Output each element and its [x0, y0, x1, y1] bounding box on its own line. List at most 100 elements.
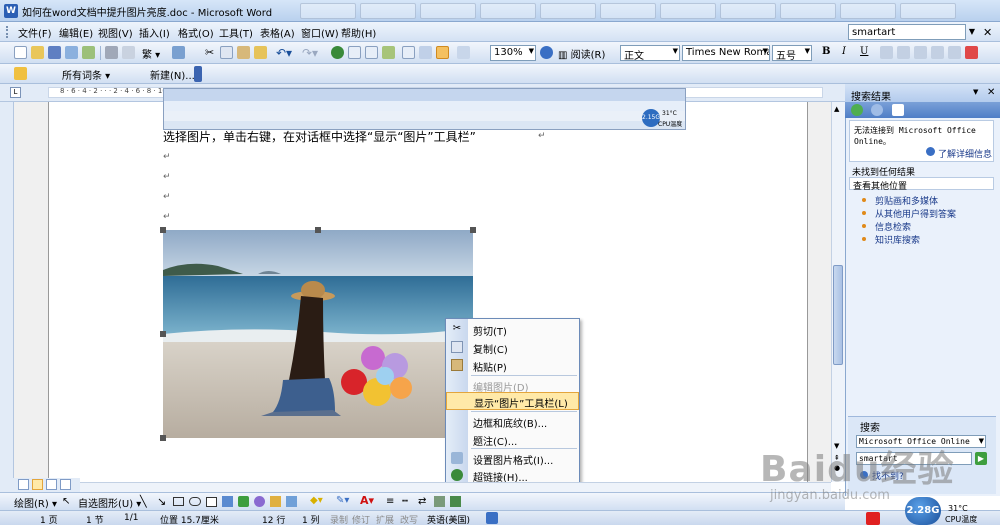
- link-research[interactable]: 信息检索: [875, 220, 911, 233]
- textbox-icon[interactable]: [206, 497, 217, 507]
- beach-photo[interactable]: [163, 230, 473, 438]
- menu-item-copy[interactable]: 复制(C): [446, 338, 579, 356]
- background-tab[interactable]: [540, 3, 596, 19]
- font-color-icon[interactable]: [965, 46, 978, 59]
- redo-icon[interactable]: ↷▾: [302, 46, 318, 60]
- dash-style-icon[interactable]: ┅: [402, 496, 408, 507]
- align-left-icon[interactable]: [880, 46, 893, 59]
- line-color-icon[interactable]: ✎▾: [336, 495, 349, 506]
- vertical-textbox-icon[interactable]: [222, 496, 233, 507]
- 3d-icon[interactable]: [450, 496, 461, 507]
- undo-icon[interactable]: ↶▾: [276, 46, 292, 60]
- resize-handle[interactable]: [160, 435, 166, 441]
- menu-item-paste[interactable]: 粘贴(P): [446, 356, 579, 374]
- line-spacing-icon[interactable]: [948, 46, 961, 59]
- email-icon[interactable]: [82, 46, 95, 59]
- background-tab[interactable]: [480, 3, 536, 19]
- menu-help[interactable]: 帮助(H): [341, 25, 376, 40]
- columns-icon[interactable]: [402, 46, 415, 59]
- chevron-down-icon[interactable]: ▼: [973, 88, 978, 96]
- italic-button[interactable]: I: [842, 46, 846, 57]
- insert-excel-icon[interactable]: [382, 46, 395, 59]
- menu-file[interactable]: 文件(F): [18, 25, 52, 40]
- drawing-icon[interactable]: [419, 46, 432, 59]
- copy-icon[interactable]: [220, 46, 233, 59]
- menu-format[interactable]: 格式(O): [178, 25, 214, 40]
- font-select[interactable]: Times New Roman ▼: [682, 45, 770, 61]
- chevron-down-icon[interactable]: ▼: [966, 24, 978, 40]
- scissors-icon[interactable]: ✂: [205, 46, 214, 59]
- learn-more-link[interactable]: 了解详细信息: [938, 147, 992, 160]
- diagram-icon[interactable]: [254, 496, 265, 507]
- background-tab[interactable]: [720, 3, 776, 19]
- line-icon[interactable]: ╲: [140, 495, 147, 508]
- status-extend[interactable]: 扩展: [376, 513, 394, 526]
- permission-icon[interactable]: [65, 46, 78, 59]
- document-text-line[interactable]: 选择图片，单击右键，在对话框中选择“显示“图片”工具栏”: [163, 128, 476, 145]
- background-tab[interactable]: [780, 3, 836, 19]
- help-icon[interactable]: [540, 46, 553, 59]
- resize-handle[interactable]: [470, 227, 476, 233]
- research-icon[interactable]: [172, 46, 185, 59]
- status-record[interactable]: 录制: [330, 513, 348, 526]
- status-overtype[interactable]: 改写: [400, 513, 418, 526]
- align-center-icon[interactable]: [897, 46, 910, 59]
- background-tab[interactable]: [840, 3, 896, 19]
- rectangle-icon[interactable]: [173, 497, 184, 506]
- menu-item-show-picture-toolbar[interactable]: 显示“图片”工具栏(L): [446, 392, 579, 410]
- background-tab[interactable]: [600, 3, 656, 19]
- zoom-select[interactable]: 130% ▼: [490, 45, 536, 61]
- menu-window[interactable]: 窗口(W): [301, 25, 339, 40]
- resize-handle[interactable]: [160, 331, 166, 337]
- autoshapes-button[interactable]: 自选图形(U) ▾: [78, 495, 141, 510]
- background-tab[interactable]: [900, 3, 956, 19]
- print-layout-icon[interactable]: [46, 479, 57, 490]
- vertical-ruler[interactable]: [0, 102, 14, 482]
- print-icon[interactable]: [105, 46, 118, 59]
- background-tab[interactable]: [300, 3, 356, 19]
- insert-picture-icon[interactable]: [286, 496, 297, 507]
- arrow-style-icon[interactable]: ⇄: [418, 496, 426, 507]
- back-icon[interactable]: [851, 104, 863, 116]
- forward-icon[interactable]: [871, 104, 883, 116]
- document-map-icon[interactable]: [436, 46, 449, 59]
- word-app-icon[interactable]: W: [4, 4, 18, 18]
- status-track[interactable]: 修订: [352, 513, 370, 526]
- home-icon[interactable]: [892, 104, 904, 116]
- link-answers[interactable]: 从其他用户得到答案: [875, 207, 956, 220]
- tab-selector-icon[interactable]: L: [10, 87, 21, 98]
- menu-item-caption[interactable]: 题注(C)...: [446, 430, 579, 448]
- bold-button[interactable]: B: [822, 46, 830, 57]
- scrollbar-thumb[interactable]: [833, 265, 843, 365]
- background-tab[interactable]: [420, 3, 476, 19]
- all-entries-button[interactable]: 所有词条 ▾: [62, 67, 110, 82]
- background-tab[interactable]: [360, 3, 416, 19]
- autotext-icon[interactable]: [14, 67, 27, 80]
- grip-handle[interactable]: [6, 26, 10, 38]
- font-color-icon[interactable]: A▾: [360, 494, 374, 507]
- resize-handle[interactable]: [315, 227, 321, 233]
- menu-item-borders-shading[interactable]: 边框和底纹(B)...: [446, 412, 579, 430]
- read-mode-button[interactable]: ▥ 阅读(R): [558, 46, 605, 61]
- toolbar-options-icon[interactable]: [194, 66, 202, 82]
- wordart-icon[interactable]: [238, 496, 249, 507]
- tables-borders-icon[interactable]: [348, 46, 361, 59]
- draw-menu-button[interactable]: 绘图(R) ▾: [14, 495, 57, 510]
- horizontal-scrollbar[interactable]: [14, 482, 831, 492]
- close-icon[interactable]: ✕: [983, 26, 992, 39]
- format-painter-icon[interactable]: [254, 46, 267, 59]
- menu-insert[interactable]: 插入(I): [139, 25, 170, 40]
- help-search-input[interactable]: smartart: [848, 24, 966, 40]
- new-document-icon[interactable]: [14, 46, 27, 59]
- print-preview-icon[interactable]: [122, 46, 135, 59]
- traditional-simplified-icon[interactable]: 繁 ▾: [142, 46, 160, 61]
- align-right-icon[interactable]: [914, 46, 927, 59]
- link-clipart[interactable]: 剪贴画和多媒体: [875, 194, 938, 207]
- menu-table[interactable]: 表格(A): [260, 25, 295, 40]
- resize-handle[interactable]: [160, 227, 166, 233]
- clipart-icon[interactable]: [270, 496, 281, 507]
- menu-item-cut[interactable]: ✂ 剪切(T): [446, 320, 579, 338]
- show-hide-icon[interactable]: [457, 46, 470, 59]
- background-tab[interactable]: [660, 3, 716, 19]
- new-entry-button[interactable]: 新建(N)...: [150, 67, 195, 82]
